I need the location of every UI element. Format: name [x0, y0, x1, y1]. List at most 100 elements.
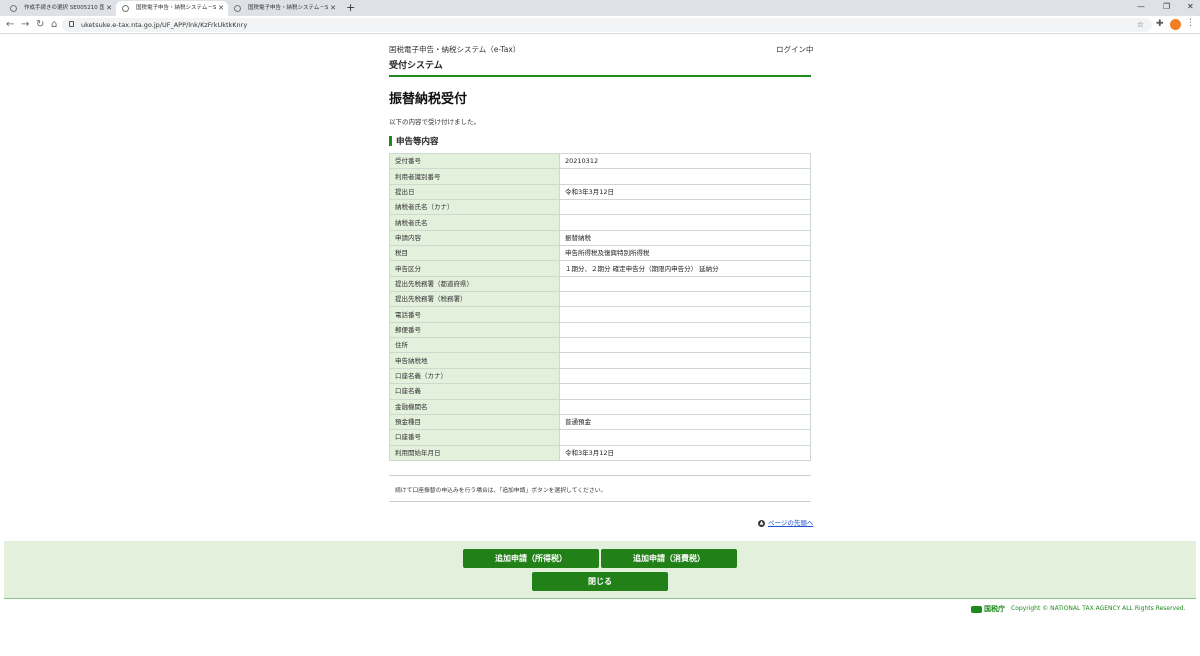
row-value: [559, 214, 811, 231]
row-label: 口座番号: [389, 429, 560, 446]
row-label: 口座名義: [389, 383, 560, 400]
row-value: [559, 306, 811, 323]
row-value: [559, 199, 811, 216]
address-bar[interactable]: uketsuke.e-tax.nta.go.jp/UF_APP/lnk/KzFr…: [62, 18, 1152, 32]
site-name: 国税電子申告・納税システム（e-Tax）: [389, 45, 521, 54]
close-button[interactable]: 閉じる: [532, 572, 668, 591]
browser-tab-2[interactable]: 国税電子申告・納税システム－SU... ✕: [116, 1, 228, 16]
table-row: 提出先税務署（都道府県）: [389, 275, 811, 293]
row-label: 利用開始年月日: [389, 444, 560, 461]
row-label: 納税者氏名（カナ）: [389, 199, 560, 216]
row-label: 郵便番号: [389, 321, 560, 339]
copyright-text: Copyright © NATIONAL TAX AGENCY ALL Righ…: [1011, 605, 1186, 612]
star-icon[interactable]: ☆: [1137, 18, 1144, 32]
row-label: 納税者氏名: [389, 214, 560, 231]
close-window-icon[interactable]: ✕: [1187, 0, 1194, 14]
table-row: 郵便番号: [389, 321, 811, 339]
back-arrow-icon[interactable]: ←: [6, 17, 14, 33]
table-row: 住所: [389, 337, 811, 354]
login-status: ログイン中: [776, 45, 814, 54]
system-name: 受付システム: [389, 61, 443, 71]
row-label: 住所: [389, 337, 560, 354]
browser-toolbar: ← → ↻ ⌂ uketsuke.e-tax.nta.go.jp/UF_APP/…: [0, 16, 1200, 34]
notice-text: 続けて口座振替の申込みを行う場合は、「追加申請」ボタンを選択してください。: [395, 488, 607, 494]
browser-tab-title: 国税電子申告・納税システム－SU...: [248, 5, 328, 11]
row-label: 受付番号: [389, 152, 560, 170]
browser-tab-title: 国税電子申告・納税システム－SU...: [136, 5, 216, 11]
table-row: 金融機関名: [389, 398, 811, 415]
close-tab-icon[interactable]: ✕: [106, 1, 112, 16]
table-row: 電話番号: [389, 306, 811, 323]
page-title: 振替納税受付: [389, 92, 468, 107]
new-tab-icon[interactable]: +: [346, 0, 355, 16]
row-value: [559, 383, 811, 400]
row-label: 税目: [389, 245, 560, 262]
reload-icon[interactable]: ↻: [36, 17, 44, 33]
row-value: [559, 398, 811, 415]
table-row: 申告納税地: [389, 352, 811, 369]
add-consumption-tax-button[interactable]: 追加申請（消費税）: [601, 549, 737, 568]
url-text[interactable]: uketsuke.e-tax.nta.go.jp/UF_APP/lnk/KzFr…: [81, 18, 247, 32]
row-value: [559, 321, 811, 339]
restore-icon[interactable]: ❐: [1163, 0, 1170, 14]
agency-name: 国税庁: [984, 605, 1005, 613]
close-tab-icon[interactable]: ✕: [218, 1, 224, 16]
row-label: 利用者識別番号: [389, 168, 560, 185]
row-value: [559, 429, 811, 446]
row-label: 申告納税地: [389, 352, 560, 369]
globe-icon: [234, 5, 241, 12]
table-row: 納税者氏名: [389, 214, 811, 231]
table-row: 提出先税務署（税務署）: [389, 291, 811, 308]
page-top-link[interactable]: ▲ ページの先頭へ: [758, 517, 813, 527]
row-label: 提出日: [389, 183, 560, 201]
globe-icon: [10, 5, 17, 12]
add-income-tax-button[interactable]: 追加申請（所得税）: [463, 549, 599, 568]
avatar[interactable]: [1170, 19, 1181, 30]
nta-logo-icon: [971, 605, 982, 613]
row-value: [559, 291, 811, 308]
row-value: １期分、２期分 確定申告分（期限内申告分） 延納分: [559, 260, 811, 277]
row-label: 預金種目: [389, 413, 560, 431]
browser-tabstrip: 作成手続きの選択 SE005210 国税 ✕ 国税電子申告・納税システム－SU.…: [0, 0, 1200, 16]
browser-tab-3[interactable]: 国税電子申告・納税システム－SU... ✕: [228, 1, 340, 16]
minimize-icon[interactable]: —: [1137, 0, 1145, 14]
close-tab-icon[interactable]: ✕: [330, 1, 336, 16]
table-row: 口座名義（カナ）: [389, 367, 811, 385]
page-top-label[interactable]: ページの先頭へ: [768, 519, 813, 527]
details-table: 受付番号 20210312 利用者識別番号 提出日 令和3年3月12日 納税者氏名（…: [389, 152, 811, 461]
table-row: 納税者氏名（カナ）: [389, 199, 811, 216]
table-row: 預金種目 普通預金: [389, 413, 811, 431]
table-row: 口座番号: [389, 429, 811, 446]
row-value: 普通預金: [559, 413, 811, 431]
table-row: 受付番号 20210312: [389, 152, 811, 170]
row-value: [559, 367, 811, 385]
globe-icon: [122, 5, 129, 12]
table-row: 利用者識別番号: [389, 168, 811, 185]
browser-tab-1[interactable]: 作成手続きの選択 SE005210 国税 ✕: [4, 1, 116, 16]
table-row: 口座名義: [389, 383, 811, 400]
home-icon[interactable]: ⌂: [51, 17, 57, 33]
row-value: 振替納税: [559, 229, 811, 247]
section-title: 申告等内容: [396, 137, 439, 147]
row-value: [559, 168, 811, 185]
puzzle-icon[interactable]: ✚: [1156, 19, 1164, 29]
row-value: 申告所得税及復興特別所得税: [559, 245, 811, 262]
row-value: [559, 275, 811, 293]
row-label: 提出先税務署（税務署）: [389, 291, 560, 308]
row-label: 電話番号: [389, 306, 560, 323]
notice-divider-bottom: [389, 501, 811, 502]
row-value: 20210312: [559, 152, 811, 170]
table-row: 申請内容 振替納税: [389, 229, 811, 247]
row-label: 申告区分: [389, 260, 560, 277]
lock-icon[interactable]: [69, 21, 74, 27]
row-value: 令和3年3月12日: [559, 183, 811, 201]
row-value: [559, 337, 811, 354]
chevron-up-icon: ▲: [758, 519, 765, 527]
forward-arrow-icon[interactable]: →: [21, 17, 29, 33]
row-label: 口座名義（カナ）: [389, 367, 560, 385]
kebab-icon[interactable]: ⋮: [1186, 18, 1195, 28]
table-row: 税目 申告所得税及復興特別所得税: [389, 245, 811, 262]
row-value: [559, 352, 811, 369]
row-label: 申請内容: [389, 229, 560, 247]
table-row: 利用開始年月日 令和3年3月12日: [389, 444, 811, 461]
